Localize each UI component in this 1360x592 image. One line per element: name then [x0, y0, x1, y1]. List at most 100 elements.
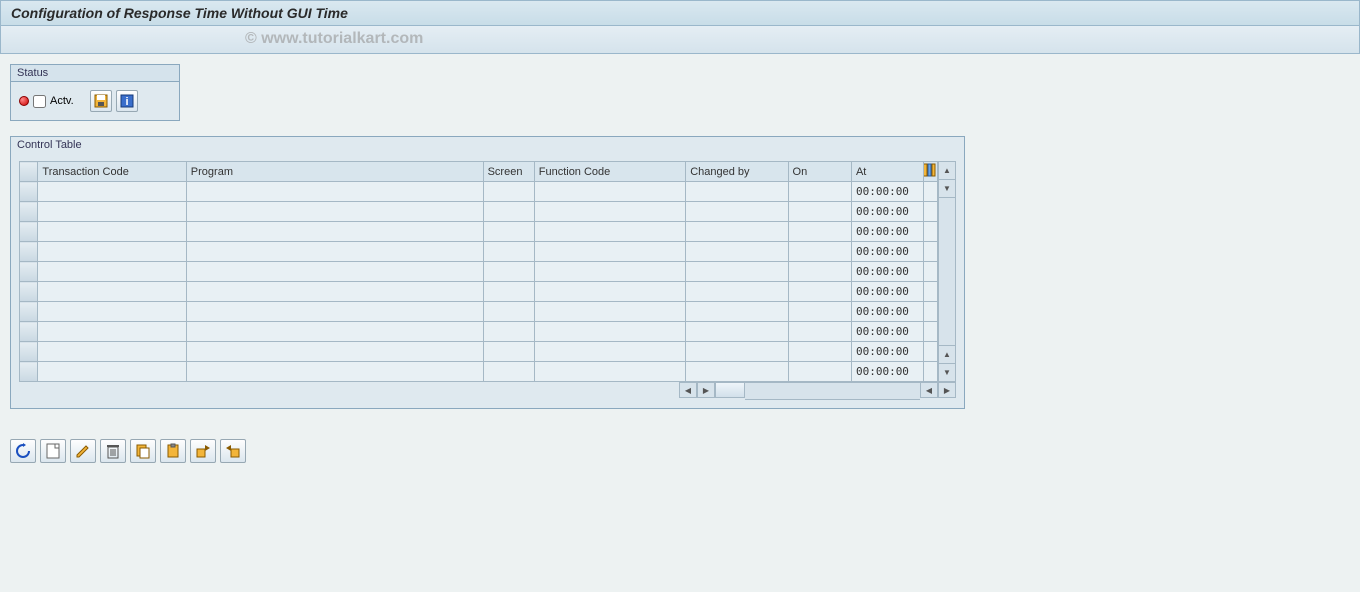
horizontal-scrollbar[interactable]: ◀ ▶ ◀ ▶	[19, 382, 956, 400]
cell-at[interactable]: 00:00:00	[851, 262, 923, 282]
row-selector[interactable]	[20, 362, 38, 382]
cell-transaction-code[interactable]	[38, 322, 186, 342]
cell-program[interactable]	[186, 342, 483, 362]
cell-c[interactable]	[923, 242, 937, 262]
paste-button[interactable]	[160, 439, 186, 463]
cell-transaction-code[interactable]	[38, 362, 186, 382]
cell-screen[interactable]	[483, 222, 534, 242]
cell-function-code[interactable]	[534, 222, 685, 242]
scroll-left2-icon[interactable]: ◀	[920, 382, 938, 398]
cell-at[interactable]: 00:00:00	[851, 182, 923, 202]
cell-program[interactable]	[186, 222, 483, 242]
cell-screen[interactable]	[483, 302, 534, 322]
row-selector[interactable]	[20, 182, 38, 202]
delete-button[interactable]	[100, 439, 126, 463]
col-c[interactable]: C	[923, 162, 937, 182]
cell-changed-by[interactable]	[686, 222, 788, 242]
cell-changed-by[interactable]	[686, 302, 788, 322]
cell-changed-by[interactable]	[686, 282, 788, 302]
cell-function-code[interactable]	[534, 302, 685, 322]
actv-checkbox[interactable]	[33, 95, 46, 108]
col-at[interactable]: At	[851, 162, 923, 182]
cell-transaction-code[interactable]	[38, 202, 186, 222]
scroll-down-icon[interactable]: ▼	[939, 363, 955, 381]
cell-function-code[interactable]	[534, 362, 685, 382]
import-button[interactable]	[220, 439, 246, 463]
cell-screen[interactable]	[483, 242, 534, 262]
cell-function-code[interactable]	[534, 182, 685, 202]
cell-transaction-code[interactable]	[38, 182, 186, 202]
cell-program[interactable]	[186, 362, 483, 382]
cell-function-code[interactable]	[534, 342, 685, 362]
cell-at[interactable]: 00:00:00	[851, 282, 923, 302]
cell-function-code[interactable]	[534, 282, 685, 302]
cell-c[interactable]	[923, 222, 937, 242]
cell-c[interactable]	[923, 182, 937, 202]
col-on[interactable]: On	[788, 162, 851, 182]
cell-c[interactable]	[923, 282, 937, 302]
cell-program[interactable]	[186, 322, 483, 342]
cell-changed-by[interactable]	[686, 202, 788, 222]
cell-transaction-code[interactable]	[38, 302, 186, 322]
cell-function-code[interactable]	[534, 262, 685, 282]
export-button[interactable]	[190, 439, 216, 463]
row-selector[interactable]	[20, 322, 38, 342]
row-selector-header[interactable]	[20, 162, 38, 182]
row-selector[interactable]	[20, 202, 38, 222]
cell-screen[interactable]	[483, 182, 534, 202]
row-selector[interactable]	[20, 342, 38, 362]
cell-c[interactable]	[923, 262, 937, 282]
cell-changed-by[interactable]	[686, 262, 788, 282]
cell-on[interactable]	[788, 242, 851, 262]
cell-program[interactable]	[186, 202, 483, 222]
cell-transaction-code[interactable]	[38, 342, 186, 362]
scroll-pgdn-icon[interactable]: ▲	[939, 345, 955, 363]
cell-c[interactable]	[923, 342, 937, 362]
col-transaction-code[interactable]: Transaction Code	[38, 162, 186, 182]
cell-at[interactable]: 00:00:00	[851, 322, 923, 342]
cell-transaction-code[interactable]	[38, 222, 186, 242]
cell-on[interactable]	[788, 362, 851, 382]
vertical-scrollbar[interactable]: ▲ ▼ ▲ ▼	[938, 161, 956, 382]
cell-screen[interactable]	[483, 362, 534, 382]
cell-program[interactable]	[186, 182, 483, 202]
cell-function-code[interactable]	[534, 242, 685, 262]
save-button[interactable]	[90, 90, 112, 112]
row-selector[interactable]	[20, 242, 38, 262]
cell-at[interactable]: 00:00:00	[851, 302, 923, 322]
cell-on[interactable]	[788, 342, 851, 362]
cell-on[interactable]	[788, 302, 851, 322]
cell-at[interactable]: 00:00:00	[851, 362, 923, 382]
cell-on[interactable]	[788, 182, 851, 202]
row-selector[interactable]	[20, 282, 38, 302]
info-button[interactable]: i	[116, 90, 138, 112]
cell-program[interactable]	[186, 242, 483, 262]
cell-screen[interactable]	[483, 322, 534, 342]
cell-program[interactable]	[186, 282, 483, 302]
scroll-left-icon[interactable]: ◀	[679, 382, 697, 398]
cell-at[interactable]: 00:00:00	[851, 202, 923, 222]
cell-at[interactable]: 00:00:00	[851, 342, 923, 362]
cell-c[interactable]	[923, 362, 937, 382]
scroll-right-icon[interactable]: ▶	[697, 382, 715, 398]
scroll-pgup-icon[interactable]: ▼	[939, 180, 955, 198]
row-selector[interactable]	[20, 302, 38, 322]
col-function-code[interactable]: Function Code	[534, 162, 685, 182]
cell-screen[interactable]	[483, 282, 534, 302]
new-button[interactable]	[40, 439, 66, 463]
refresh-button[interactable]	[10, 439, 36, 463]
scroll-right2-icon[interactable]: ▶	[938, 382, 956, 398]
cell-changed-by[interactable]	[686, 322, 788, 342]
cell-transaction-code[interactable]	[38, 282, 186, 302]
cell-function-code[interactable]	[534, 322, 685, 342]
cell-on[interactable]	[788, 202, 851, 222]
cell-function-code[interactable]	[534, 202, 685, 222]
cell-transaction-code[interactable]	[38, 242, 186, 262]
cell-screen[interactable]	[483, 202, 534, 222]
cell-c[interactable]	[923, 322, 937, 342]
cell-changed-by[interactable]	[686, 342, 788, 362]
copy-button[interactable]	[130, 439, 156, 463]
cell-screen[interactable]	[483, 262, 534, 282]
cell-c[interactable]	[923, 302, 937, 322]
scroll-handle[interactable]	[715, 382, 745, 398]
